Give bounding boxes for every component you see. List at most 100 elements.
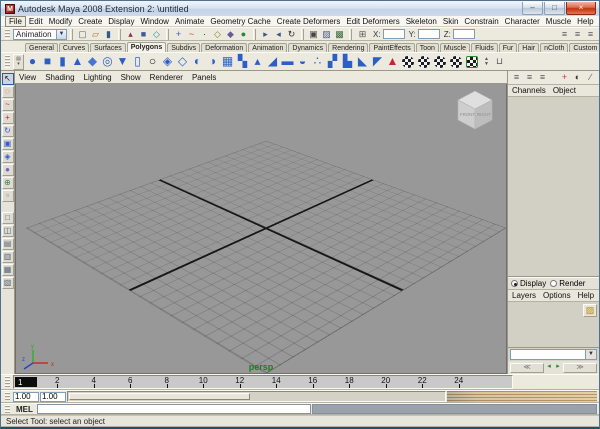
poly-prism-icon[interactable]: ▼ (115, 53, 130, 70)
view-cube[interactable]: FRONT RIGHT (452, 88, 498, 132)
extrude-icon[interactable]: ▴ (250, 53, 265, 70)
show-hide-attribute-editor-icon[interactable]: ≡ (558, 28, 571, 41)
tab-muscle[interactable]: Muscle (440, 43, 470, 52)
display-radio-button[interactable] (511, 280, 518, 287)
single-pane-layout-icon[interactable]: □ (2, 212, 14, 224)
persp-uv-layout-icon[interactable]: ▧ (2, 277, 14, 289)
menu-set-selector[interactable]: Animation ▼ (13, 29, 67, 40)
poly-sphere-icon[interactable]: ● (25, 53, 40, 70)
select-by-component-icon[interactable]: ◇ (150, 28, 163, 41)
chevron-down-icon[interactable]: ▼ (56, 30, 66, 39)
manip-sphere-icon[interactable]: ◐ (571, 71, 584, 84)
status-divider[interactable] (118, 29, 121, 40)
tab-toon[interactable]: Toon (416, 43, 439, 52)
status-divider[interactable] (349, 29, 352, 40)
x-input[interactable] (383, 29, 405, 39)
create-layer-icon[interactable]: ▨ (583, 304, 597, 317)
ipr-render-icon[interactable]: ▨ (320, 28, 333, 41)
close-button[interactable]: × (566, 2, 596, 15)
snap-to-grids-icon[interactable]: + (172, 28, 185, 41)
tab-subdivs[interactable]: Subdivs (167, 43, 200, 52)
menu-skeleton[interactable]: Skeleton (403, 17, 440, 26)
snap-to-view-planes-icon[interactable]: ◇ (211, 28, 224, 41)
playback-start-inner-field[interactable] (40, 392, 66, 402)
poly-extrude-face-icon[interactable]: ▲ (385, 53, 400, 70)
tab-rendering[interactable]: Rendering (328, 43, 368, 52)
tab-painteffects[interactable]: PaintEffects (369, 43, 414, 52)
move-tool-icon[interactable]: + (2, 112, 14, 124)
poly-cylinder-icon[interactable]: ▮ (55, 53, 70, 70)
display-radio-item[interactable]: Display (511, 279, 546, 288)
menu-muscle[interactable]: Muscle (543, 17, 574, 26)
command-line-grip[interactable] (5, 405, 10, 413)
title-bar[interactable]: M Autodesk Maya 2008 Extension 2: \untit… (1, 1, 599, 16)
render-radio-button[interactable] (550, 280, 557, 287)
tab-general[interactable]: General (25, 43, 58, 52)
crease-tool-icon[interactable]: ◤ (370, 53, 385, 70)
time-slider-grip[interactable] (5, 376, 10, 387)
status-line-grip[interactable] (5, 29, 10, 39)
vp-menu-show[interactable]: Show (121, 73, 141, 82)
select-by-object-icon[interactable]: ■ (137, 28, 150, 41)
render-view-icon[interactable] (418, 56, 430, 68)
menu-display[interactable]: Display (105, 17, 137, 26)
menu-character[interactable]: Character (502, 17, 543, 26)
tab-custom[interactable]: Custom (569, 43, 600, 52)
character-set-selector[interactable]: ▼ (510, 349, 597, 360)
menu-create-deformers[interactable]: Create Deformers (274, 17, 344, 26)
vp-menu-panels[interactable]: Panels (192, 73, 216, 82)
show-hide-channel-box-icon[interactable]: ≡ (584, 28, 597, 41)
menu-create[interactable]: Create (75, 17, 105, 26)
manip-slash-icon[interactable]: ∕ (584, 71, 597, 84)
select-by-hierarchy-icon[interactable]: ▴ (124, 28, 137, 41)
split-polygon-icon[interactable]: ▞ (325, 53, 340, 70)
select-tool-icon[interactable]: ↖ (2, 73, 14, 85)
render-radio-item[interactable]: Render (550, 279, 585, 288)
tab-surfaces[interactable]: Surfaces (90, 43, 126, 52)
range-slider-bar[interactable] (69, 393, 250, 400)
poly-pipe-icon[interactable]: ▯ (130, 53, 145, 70)
menu-file[interactable]: File (5, 16, 26, 27)
shelf-tab-menu-button[interactable]: ▤ ▾ (13, 54, 24, 70)
vp-menu-view[interactable]: View (19, 73, 36, 82)
vp-menu-shading[interactable]: Shading (45, 73, 74, 82)
minimize-button[interactable]: – (522, 2, 543, 15)
tab-deformation[interactable]: Deformation (201, 43, 247, 52)
status-divider[interactable] (166, 29, 169, 40)
shelf-scroll-down-icon[interactable]: ▼ (484, 62, 489, 67)
snap-to-surfaces-icon[interactable]: ◆ (224, 28, 237, 41)
append-polygon-icon[interactable]: ▙ (340, 53, 355, 70)
scale-tool-icon[interactable]: ▣ (2, 138, 14, 150)
snap-to-curves-icon[interactable]: ~ (185, 28, 198, 41)
menu-geometry-cache[interactable]: Geometry Cache (207, 17, 273, 26)
show-channel-layer-icon[interactable]: ≡ (536, 71, 549, 84)
poly-cone-icon[interactable]: ▲ (70, 53, 85, 70)
time-slider[interactable]: 1 24681012141618202224 (13, 375, 513, 389)
show-channel-box-icon[interactable]: ≡ (510, 71, 523, 84)
persp-outliner-layout-icon[interactable]: ▤ (2, 238, 14, 250)
menu-constrain[interactable]: Constrain (461, 17, 501, 26)
bridge-icon[interactable]: ▬ (280, 53, 295, 70)
maximize-button[interactable]: □ (544, 2, 565, 15)
channels-menu-object[interactable]: Object (553, 86, 576, 95)
poly-torus-icon[interactable]: ◎ (100, 53, 115, 70)
range-slider-grip[interactable] (5, 392, 10, 401)
layer-list-area[interactable]: ▨ (508, 302, 599, 348)
sculpt-geometry-icon[interactable]: ◣ (355, 53, 370, 70)
lasso-tool-icon[interactable]: ◌ (2, 86, 14, 98)
poly-helix-icon[interactable]: ○ (145, 53, 160, 70)
z-input[interactable] (453, 29, 475, 39)
status-divider[interactable] (301, 29, 304, 40)
viewport-canvas[interactable]: FRONT RIGHT y x z persp (15, 84, 507, 374)
playback-fast-forward-icon[interactable]: ≫ (563, 363, 597, 373)
channels-menu-channels[interactable]: Channels (512, 86, 546, 95)
playback-rewind-icon[interactable]: ≪ (510, 363, 544, 373)
mel-input[interactable] (37, 404, 311, 414)
soft-modification-tool-icon[interactable]: ● (2, 164, 14, 176)
show-layer-editor-icon[interactable]: ≡ (523, 71, 536, 84)
delete-shelf-item-icon[interactable]: ⊔ (493, 55, 506, 68)
menu-animate[interactable]: Animate (172, 17, 207, 26)
layers-menu-layers[interactable]: Layers (512, 291, 536, 300)
four-pane-layout-icon[interactable]: ◫ (2, 225, 14, 237)
channel-box-area[interactable] (508, 97, 599, 277)
